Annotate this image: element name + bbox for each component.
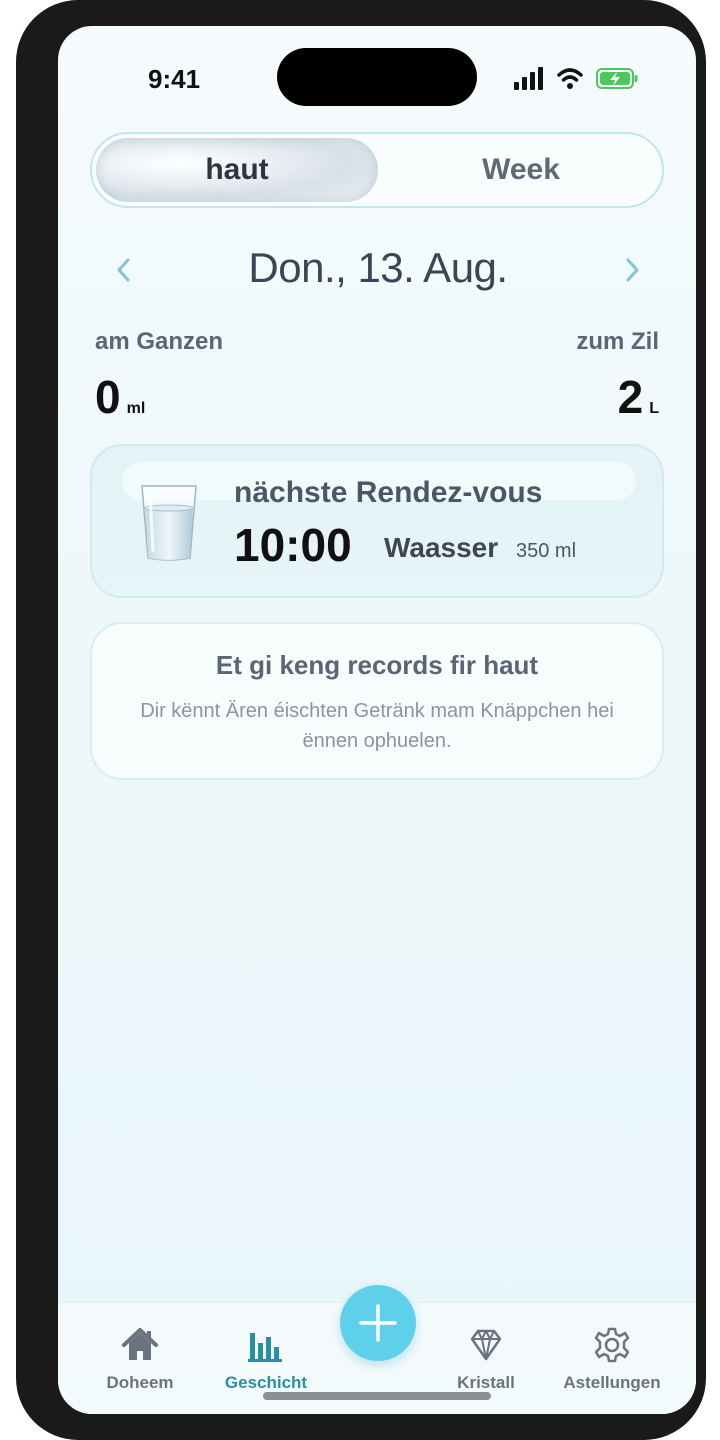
diamond-icon [470,1329,502,1361]
segment-today-label: haut [205,153,269,186]
goal-value: 2L [618,370,659,424]
battery-icon [596,68,638,89]
total-number: 0 [95,371,121,423]
total-value: 0 ml [95,370,145,424]
dynamic-island [277,48,477,106]
empty-state-card: Et gi keng records fir haut Dir kënnt Är… [90,622,664,780]
reminder-amount: 350 ml [516,540,577,562]
gear-icon [594,1327,630,1363]
status-time: 9:41 [148,64,201,94]
next-day-button[interactable] [612,250,652,290]
period-segmented-control: haut Week [90,132,664,208]
tab-crystal-label: Kristall [457,1373,515,1392]
phone-frame: 9:41 haut Week Don., 13. Aug. am Ganzen … [16,0,706,1440]
chevron-right-icon [626,258,639,282]
tab-settings-label: Astellungen [563,1373,661,1392]
reminder-title: nächste Rendez-vous [234,476,543,509]
goal-number: 2 [617,371,644,423]
tab-home[interactable]: Doheem [80,1325,200,1405]
reminder-time: 10:00 [234,519,352,571]
goal-label: zum Zil [576,328,659,355]
add-drink-button[interactable] [340,1285,416,1361]
segment-today[interactable]: haut [96,138,378,202]
status-icons [514,67,638,90]
water-glass-icon [141,485,197,561]
tab-history-label: Geschicht [224,1373,308,1392]
plus-icon [359,1304,397,1342]
wifi-icon [557,68,583,89]
tab-home-label: Doheem [106,1373,174,1392]
goal-unit: L [649,400,659,417]
empty-state-title: Et gi keng records fir haut [215,650,539,680]
total-label: am Ganzen [95,328,224,355]
current-date: Don., 13. Aug. [248,244,508,291]
signal-icon [514,67,543,90]
app-screen: 9:41 haut Week Don., 13. Aug. am Ganzen … [58,26,696,1414]
home-icon [122,1328,158,1360]
next-reminder-card[interactable]: nächste Rendez-vous 10:00 Waasser 350 ml [90,444,664,598]
total-unit: ml [126,400,146,417]
home-indicator [263,1392,491,1400]
empty-state-description: Dir kënnt Ären éischten Getränk mam Knäp… [140,700,614,752]
date-navigator: Don., 13. Aug. [98,240,658,300]
reminder-drink: Waasser [384,532,499,563]
bar-chart-icon [248,1333,282,1362]
segment-week[interactable]: Week [380,138,662,202]
segment-week-label: Week [482,153,560,186]
tab-settings[interactable]: Astellungen [552,1325,672,1405]
